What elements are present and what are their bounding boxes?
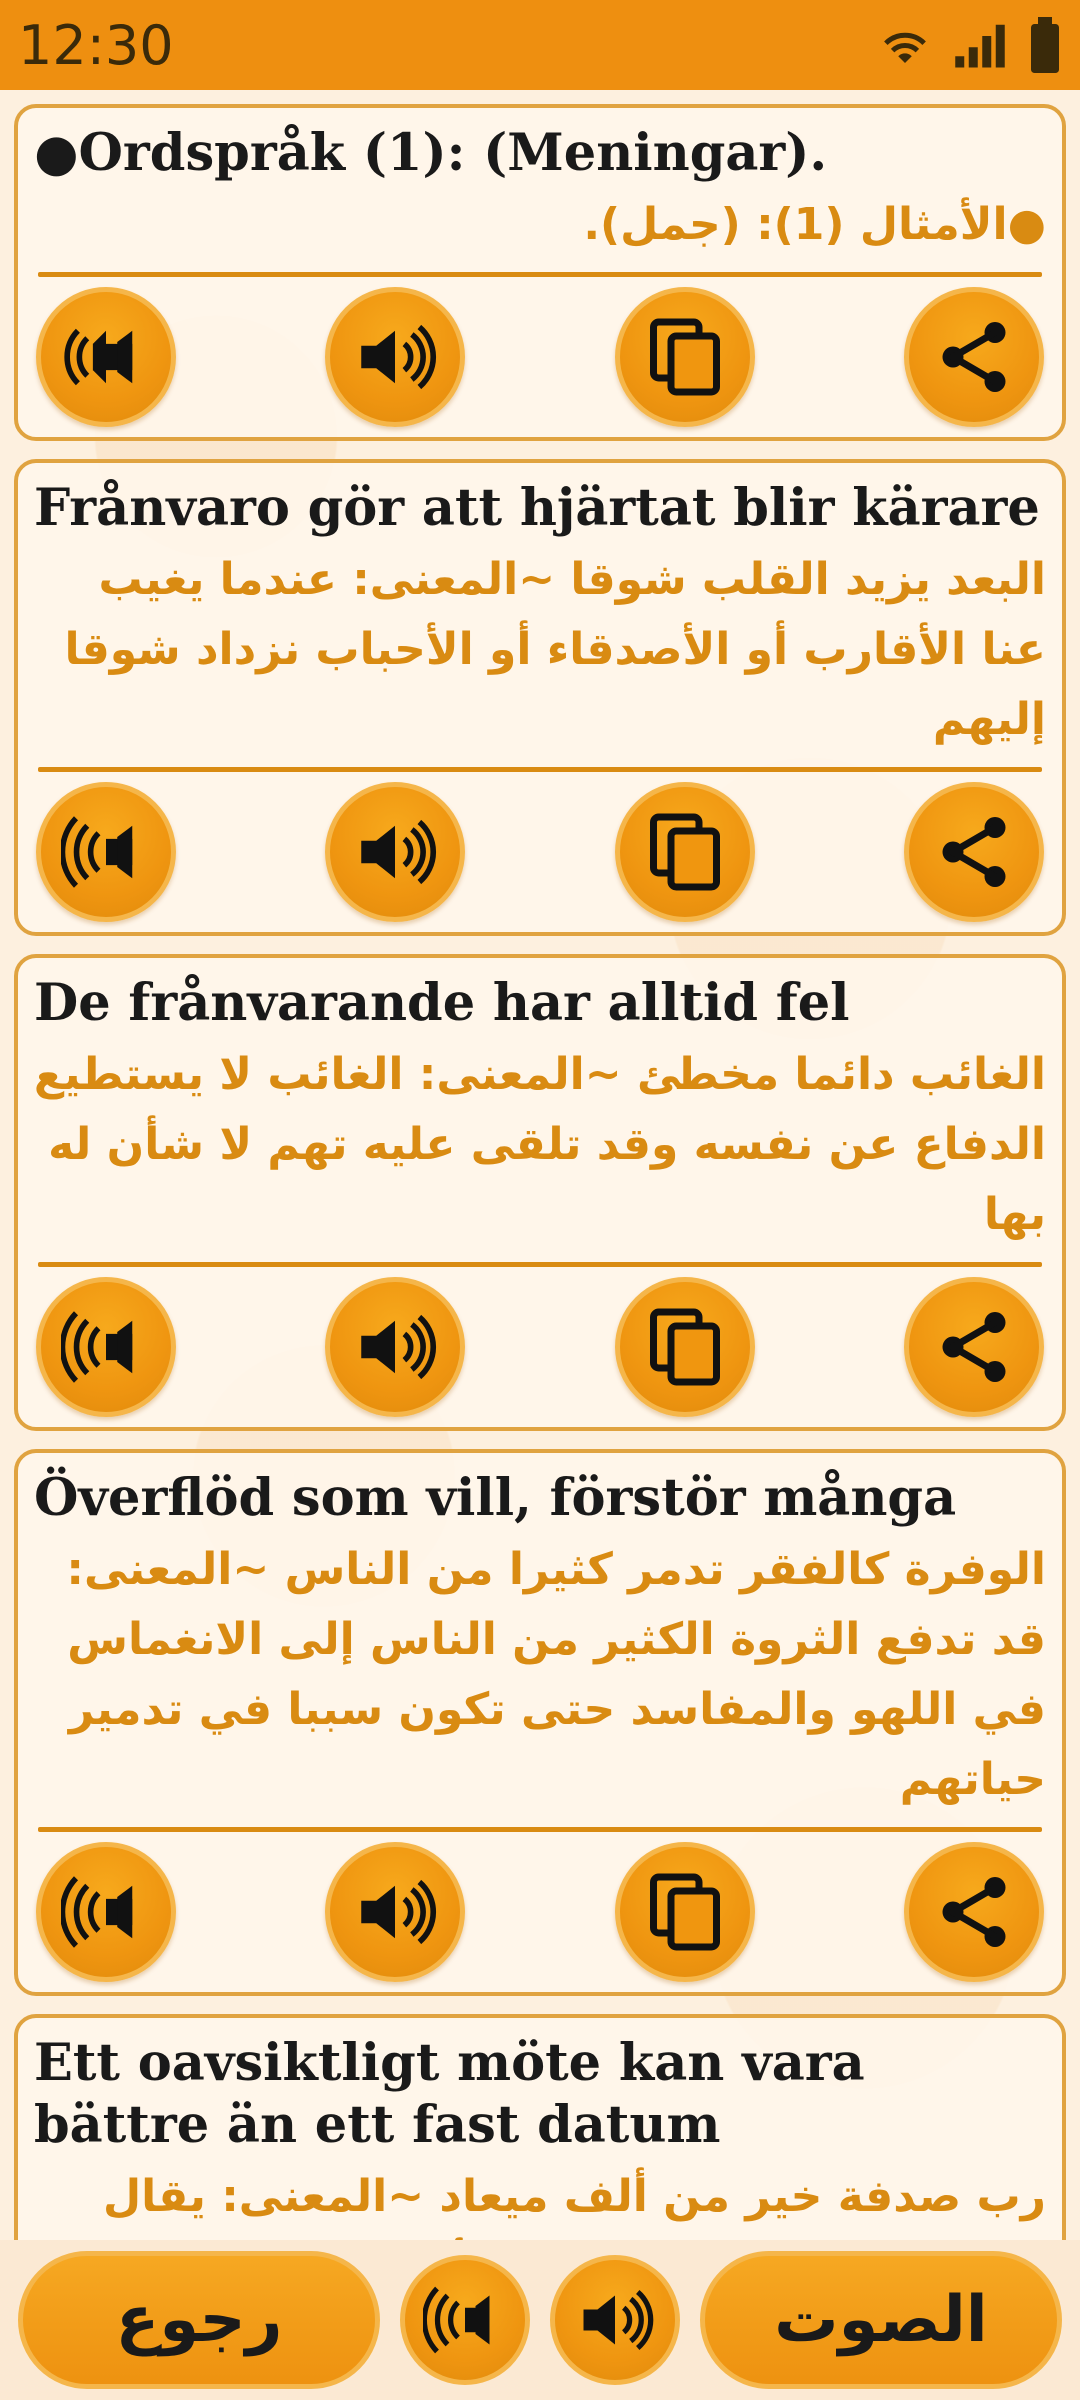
status-time: 12:30	[18, 13, 174, 77]
share-icon	[942, 1877, 1006, 1947]
slow-speaker-icon	[423, 2286, 490, 2354]
arabic-text: البعد يزيد القلب شوقا ~المعنى: عندما يغي…	[64, 554, 1046, 745]
swedish-text: De frånvarande har alltid fel	[34, 973, 850, 1033]
proverb-list[interactable]: ●Ordspråk (1): (Meningar). ●الأمثال (1):…	[0, 90, 1080, 2240]
copy-icon	[649, 318, 720, 396]
play-button[interactable]	[325, 287, 466, 427]
copy-button[interactable]	[614, 782, 755, 922]
card-button-row	[30, 287, 1050, 427]
proverb-card: Frånvaro gör att hjärtat blir kärare الب…	[14, 459, 1066, 936]
bottom-bar: رجوع الصوت	[0, 2240, 1080, 2400]
status-icons	[878, 17, 1062, 73]
copy-button[interactable]	[614, 1842, 755, 1982]
proverb-card: Ett oavsiktligt möte kan vara bättre än …	[14, 2014, 1066, 2240]
play-slow-button[interactable]	[36, 1277, 176, 1417]
signal-icon	[955, 24, 1005, 68]
status-bar: 12:30	[0, 0, 1080, 90]
play-button[interactable]	[325, 782, 466, 922]
wifi-icon	[884, 32, 926, 63]
arabic-text: رب صدفة خير من ألف ميعاد ~المعنى: يقال ه…	[103, 2171, 1046, 2222]
swedish-text: Överflöd som vill, förstör många	[34, 1468, 957, 1528]
play-button[interactable]	[325, 1277, 466, 1417]
arabic-text: الوفرة كالفقر تدمر كثيرا من الناس ~المعن…	[66, 1544, 1046, 1805]
play-slow-button[interactable]	[36, 287, 176, 427]
divider	[38, 272, 1042, 277]
divider	[38, 1262, 1042, 1267]
global-audio-buttons	[400, 2255, 680, 2385]
share-icon	[942, 1312, 1006, 1382]
share-button[interactable]	[903, 287, 1044, 427]
copy-button[interactable]	[614, 1277, 755, 1417]
copy-button[interactable]	[614, 287, 755, 427]
battery-icon	[1031, 17, 1059, 73]
slow-speaker-icon	[61, 1311, 133, 1383]
slow-speaker-icon	[61, 1876, 133, 1948]
divider	[38, 1827, 1042, 1832]
divider	[38, 767, 1042, 772]
copy-icon	[649, 813, 720, 891]
share-button[interactable]	[903, 782, 1044, 922]
card-button-row	[30, 1277, 1050, 1417]
card-button-row	[30, 1842, 1050, 1982]
speaker-icon	[361, 1879, 437, 1945]
play-button[interactable]	[325, 1842, 466, 1982]
play-slow-button[interactable]	[36, 1842, 176, 1982]
play-slow-button[interactable]	[36, 782, 176, 922]
arabic-text: ●الأمثال (1): (جمل).	[583, 199, 1046, 250]
slow-speaker-icon	[61, 816, 133, 888]
swedish-text: Frånvaro gör att hjärtat blir kärare	[34, 478, 1040, 538]
speaker-icon	[583, 2290, 654, 2350]
speaker-icon	[361, 819, 437, 885]
share-icon	[942, 817, 1006, 887]
slow-speaker-icon	[64, 328, 133, 386]
play-all-slow-button[interactable]	[400, 2255, 530, 2385]
share-button[interactable]	[903, 1842, 1044, 1982]
swedish-text: ●Ordspråk (1): (Meningar).	[34, 123, 828, 183]
swedish-text: Ett oavsiktligt möte kan vara bättre än …	[34, 2033, 865, 2155]
speaker-icon	[361, 1314, 437, 1380]
play-all-button[interactable]	[550, 2255, 680, 2385]
share-button[interactable]	[903, 1277, 1044, 1417]
share-icon	[942, 322, 1006, 392]
speaker-icon	[361, 324, 437, 390]
arabic-text: الغائب دائما مخطئ ~المعنى: الغائب لا يست…	[33, 1049, 1046, 1240]
copy-icon	[649, 1873, 720, 1951]
copy-icon	[649, 1308, 720, 1386]
proverb-card: ●Ordspråk (1): (Meningar). ●الأمثال (1):…	[14, 104, 1066, 441]
proverb-card: De frånvarande har alltid fel الغائب دائ…	[14, 954, 1066, 1431]
proverb-card: Överflöd som vill, förstör många الوفرة …	[14, 1449, 1066, 1996]
sound-button[interactable]: الصوت	[700, 2251, 1062, 2389]
back-button[interactable]: رجوع	[18, 2251, 380, 2389]
card-button-row	[30, 782, 1050, 922]
